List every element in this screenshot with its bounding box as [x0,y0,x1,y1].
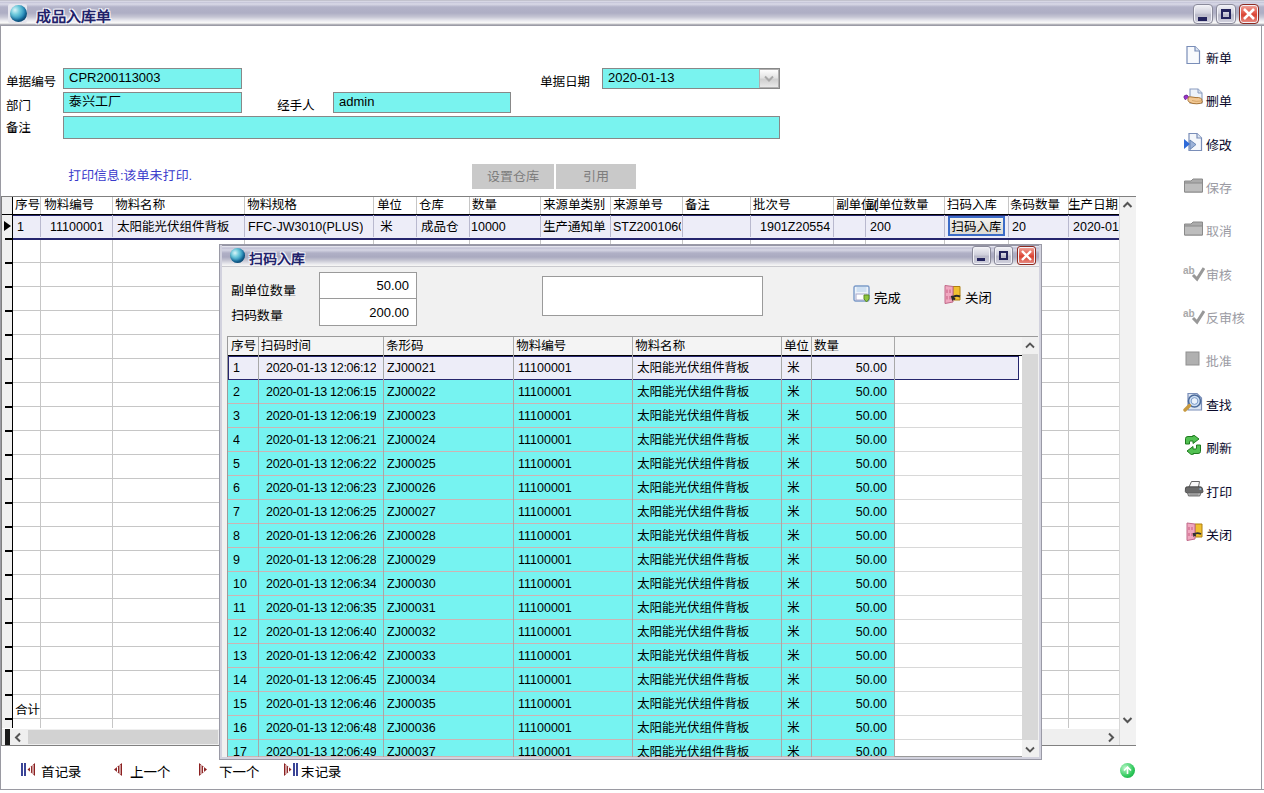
svg-text:ab: ab [1183,265,1195,276]
svg-text:ab: ab [1183,308,1195,319]
